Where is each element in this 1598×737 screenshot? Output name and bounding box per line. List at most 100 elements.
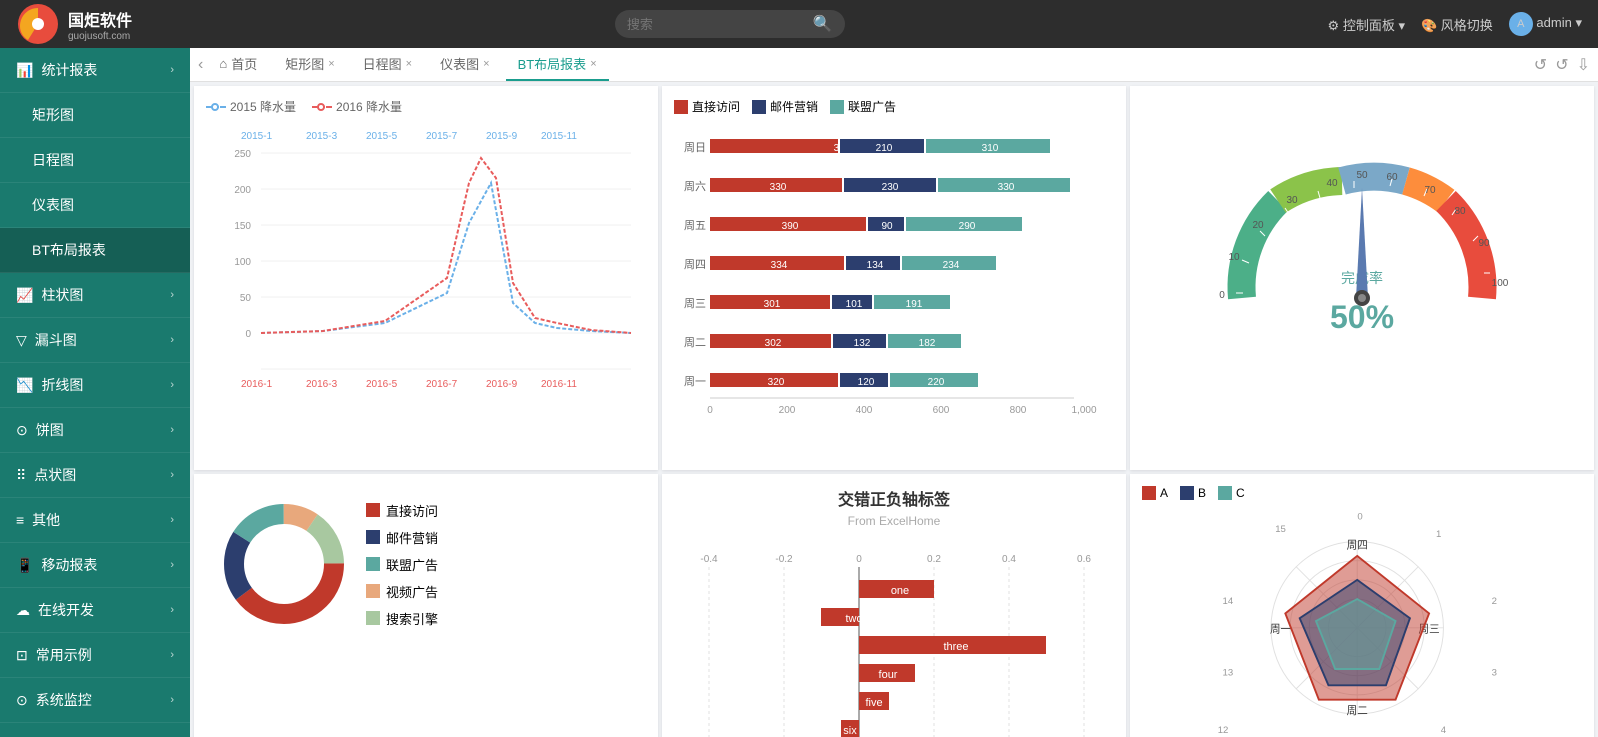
gauge-chart-panel: 0 10 20 30 40 50 60 70 80 90 100 完成率 50% [1130,86,1594,470]
svg-text:134: 134 [867,260,884,271]
svg-text:80: 80 [1454,206,1466,217]
tab-rect[interactable]: 矩形图 × [273,48,346,81]
svg-text:200: 200 [779,405,796,416]
sidebar-item-bt[interactable]: BT布局报表 [0,228,190,273]
sidebar-item-plugin[interactable]: ⇩插件模块 › [0,723,190,737]
sidebar-item-pie[interactable]: ⊙饼图 › [0,408,190,453]
tab-gauge[interactable]: 仪表图 × [428,48,501,81]
refresh2-icon[interactable]: ↺ [1555,55,1568,75]
sidebar-item-online-dev[interactable]: ☁在线开发 › [0,588,190,633]
svg-text:120: 120 [858,377,875,388]
svg-text:50: 50 [240,293,252,304]
sidebar-item-schedule[interactable]: 日程图 [0,138,190,183]
tab-close-icon[interactable]: × [483,58,489,70]
svg-text:90: 90 [881,221,893,232]
svg-text:2016-11: 2016-11 [541,379,577,390]
legend-video-ad: 视频广告 [366,582,438,601]
sidebar-item-stats[interactable]: 📊统计报表 › [0,48,190,93]
sidebar-item-scatter[interactable]: ⠿点状图 › [0,453,190,498]
svg-text:two: two [845,613,862,625]
logo-icon [16,2,60,46]
svg-text:220: 220 [928,377,945,388]
svg-text:-0.4: -0.4 [700,554,718,565]
svg-text:101: 101 [846,299,863,310]
tabs-prev-icon[interactable]: ‹ [198,56,203,74]
svg-text:0: 0 [245,329,251,340]
svg-text:2015-3: 2015-3 [306,131,338,142]
polar-legend: A B C [1142,486,1582,500]
legend-email: 邮件营销 [752,98,818,115]
palette-icon: 🎨 [1421,18,1437,33]
svg-text:three: three [943,641,968,653]
sidebar-item-other[interactable]: ≡其他 › [0,498,190,543]
sidebar-item-examples[interactable]: ⊡常用示例 › [0,633,190,678]
svg-text:周五: 周五 [684,219,706,232]
svg-text:four: four [879,669,898,681]
tab-bt[interactable]: BT布局报表 × [506,48,609,81]
svg-text:3: 3 [1492,668,1497,679]
svg-text:50: 50 [1356,170,1368,181]
svg-text:14: 14 [1223,596,1234,607]
gear-icon: ⚙ [1328,18,1340,33]
bottom-mid-title: 交错正负轴标签 [674,486,1114,510]
svg-text:302: 302 [765,338,782,349]
sidebar-item-rect[interactable]: 矩形图 [0,93,190,138]
sidebar-item-line[interactable]: 📉折线图 › [0,363,190,408]
svg-text:2015-7: 2015-7 [426,131,458,142]
svg-text:400: 400 [856,405,873,416]
line-chart-legend: 2015 降水量 2016 降水量 [206,98,646,115]
svg-text:70: 70 [1424,185,1436,196]
sidebar-item-bar[interactable]: 📈柱状图 › [0,273,190,318]
refresh-icon[interactable]: ↺ [1534,55,1547,75]
cloud-icon: ☁ [16,602,30,619]
bottom-mid-panel: 交错正负轴标签 From ExcelHome -0.4 -0.2 0 0.2 0… [662,474,1126,737]
svg-text:six: six [843,725,857,737]
svg-text:2015-11: 2015-11 [541,131,577,142]
logo-sub: guojusoft.com [68,31,132,42]
sidebar-item-mobile[interactable]: 📱移动报表 › [0,543,190,588]
search-input[interactable] [627,17,807,32]
svg-text:周六: 周六 [684,180,706,193]
svg-text:2016-9: 2016-9 [486,379,518,390]
example-icon: ⊡ [16,647,28,664]
control-panel-link[interactable]: ⚙ 控制面板 ▾ [1328,15,1405,34]
tab-close-icon[interactable]: × [590,58,596,70]
sidebar-item-monitor[interactable]: ⊙系统监控 › [0,678,190,723]
style-switch-link[interactable]: 🎨 风格切换 [1421,15,1493,34]
funnel-icon: ▽ [16,332,27,349]
svg-text:310: 310 [982,143,999,154]
svg-text:周二: 周二 [1347,705,1368,717]
tab-home[interactable]: ⌂ 首页 [207,48,269,81]
tab-actions: ↺ ↺ ⇩ [1534,55,1590,75]
svg-text:60: 60 [1386,172,1398,183]
main-area: ‹ ⌂ 首页 矩形图 × 日程图 × 仪表图 × BT布局报表 × ↺ [190,48,1598,737]
download-icon[interactable]: ⇩ [1577,55,1590,75]
svg-text:800: 800 [1010,405,1027,416]
legend-affiliate: 联盟广告 [830,98,896,115]
pie-icon: ⊙ [16,422,28,439]
svg-text:290: 290 [959,221,976,232]
bar-icon: 📈 [16,287,33,304]
hbar-chart-panel: 直接访问 邮件营销 联盟广告 周日 320 210 [662,86,1126,470]
svg-text:five: five [865,697,882,709]
svg-text:12: 12 [1218,725,1229,736]
legend-c: C [1218,486,1245,500]
svg-text:-0.2: -0.2 [775,554,793,565]
svg-text:334: 334 [771,260,788,271]
tab-close-icon[interactable]: × [406,58,412,70]
line-chart-svg: 2015-1 2015-3 2015-5 2015-7 2015-9 2015-… [206,123,646,443]
hbar-legend: 直接访问 邮件营销 联盟广告 [674,98,1114,115]
tab-schedule[interactable]: 日程图 × [351,48,424,81]
tab-close-icon[interactable]: × [328,58,334,70]
svg-text:0: 0 [707,405,713,416]
user-menu[interactable]: A admin ▾ [1509,12,1582,36]
search-bar[interactable]: 🔍 [615,10,845,38]
svg-text:15: 15 [1275,524,1286,535]
svg-text:390: 390 [782,221,799,232]
svg-text:2016-7: 2016-7 [426,379,458,390]
svg-text:one: one [891,585,909,597]
sidebar-item-funnel[interactable]: ▽漏斗图 › [0,318,190,363]
content-area: 2015 降水量 2016 降水量 2015-1 2015-3 2015-5 2… [190,82,1598,737]
sidebar-item-gauge[interactable]: 仪表图 [0,183,190,228]
monitor-icon: ⊙ [16,692,28,709]
